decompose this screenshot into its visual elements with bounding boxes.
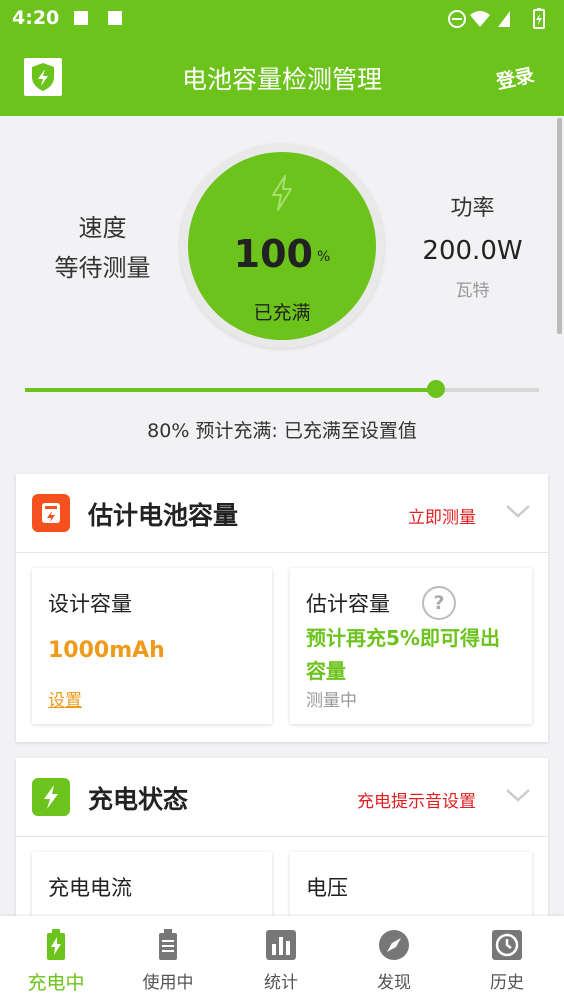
nav-in-use-label: 使用中	[142, 973, 194, 993]
nav-charging[interactable]: 充电中	[6, 928, 106, 995]
battery-charging-icon	[47, 929, 65, 960]
clock-icon	[492, 930, 522, 960]
charging-bolt-icon	[32, 778, 70, 816]
nav-statistics-label: 统计	[264, 973, 298, 993]
voltage-label: 电压	[306, 876, 348, 900]
speed-info: 速度 等待测量	[30, 208, 175, 288]
system-icons	[448, 7, 552, 36]
speed-label: 速度	[78, 214, 127, 242]
nav-history-label: 历史	[490, 973, 524, 993]
charge-limit-slider-handle[interactable]	[427, 380, 446, 398]
status-time: 4:20	[12, 7, 60, 29]
bar-chart-icon	[266, 930, 296, 960]
help-icon[interactable]: ?	[422, 586, 456, 620]
capacity-box-icon	[32, 494, 70, 532]
estimated-capacity-box: 估计容量 ? 预计再充5%即可得出容量 测量中	[290, 568, 532, 724]
signal-wifi-battery-icon	[448, 8, 545, 29]
estimated-capacity-label: 估计容量	[306, 592, 390, 616]
capacity-card-title: 估计电池容量	[88, 501, 239, 530]
estimated-capacity-value: 预计再充5%即可得出容量	[306, 626, 500, 683]
bottom-navigation: 充电中 使用中 统计 发现 历史	[0, 916, 564, 1004]
app-bar: 电池容量检测管理 登录	[0, 38, 564, 116]
chevron-down-icon[interactable]	[504, 786, 532, 804]
measuring-status: 测量中	[306, 691, 357, 711]
chevron-down-icon[interactable]	[504, 502, 532, 520]
measure-now-button[interactable]: 立即测量	[408, 503, 476, 528]
charging-card-header[interactable]: 充电状态 充电提示音设置	[16, 758, 548, 837]
charge-limit-slider[interactable]	[25, 380, 539, 398]
capacity-card: 估计电池容量 立即测量 设计容量 1000mAh 设置 估计容量 ? 预计再充5…	[16, 474, 548, 742]
charge-limit-slider-fill	[25, 388, 437, 392]
nav-discover[interactable]: 发现	[344, 928, 444, 993]
battery-gauge: 100% 已充满	[180, 144, 384, 348]
battery-percent: 100%	[188, 232, 376, 276]
status-bar: 4:20	[0, 0, 564, 38]
design-capacity-label: 设计容量	[48, 592, 132, 616]
battery-percent-unit: %	[317, 248, 331, 265]
battery-gauge-inner: 100% 已充满	[188, 152, 376, 340]
charge-sound-settings-button[interactable]: 充电提示音设置	[357, 787, 476, 812]
charge-gauge-section: 速度 等待测量 100% 已充满 功率 200.0W 瓦特 80% 预计充满: …	[0, 116, 564, 466]
capacity-card-header[interactable]: 估计电池容量 立即测量	[16, 474, 548, 553]
design-capacity-value: 1000mAh	[48, 638, 165, 663]
lightning-icon	[272, 175, 292, 211]
compass-icon	[379, 930, 409, 960]
power-info: 功率 200.0W 瓦特	[400, 190, 545, 301]
nav-charging-label: 充电中	[27, 972, 85, 994]
battery-percent-value: 100	[233, 232, 313, 276]
nav-history[interactable]: 历史	[457, 928, 557, 993]
battery-icon	[159, 929, 177, 960]
power-label: 功率	[450, 196, 495, 221]
charging-card-title: 充电状态	[88, 785, 189, 814]
set-capacity-link[interactable]: 设置	[48, 686, 82, 711]
charge-limit-text: 80% 预计充满: 已充满至设置值	[147, 420, 417, 442]
charge-status: 已充满	[253, 302, 311, 324]
notification-icon	[74, 11, 88, 25]
charge-current-label: 充电电流	[48, 876, 132, 900]
power-unit: 瓦特	[455, 281, 490, 301]
design-capacity-box: 设计容量 1000mAh 设置	[32, 568, 272, 724]
power-value: 200.0W	[422, 236, 523, 266]
app-title: 电池容量检测管理	[181, 65, 382, 94]
scrollbar[interactable]	[557, 118, 562, 334]
speed-value: 等待测量	[54, 254, 151, 282]
nav-discover-label: 发现	[377, 973, 411, 993]
charging-status-card: 充电状态 充电提示音设置 充电电流 电压	[16, 758, 548, 928]
nav-statistics[interactable]: 统计	[231, 928, 331, 993]
nav-in-use[interactable]: 使用中	[118, 928, 218, 993]
app-notification-icon	[108, 11, 122, 25]
